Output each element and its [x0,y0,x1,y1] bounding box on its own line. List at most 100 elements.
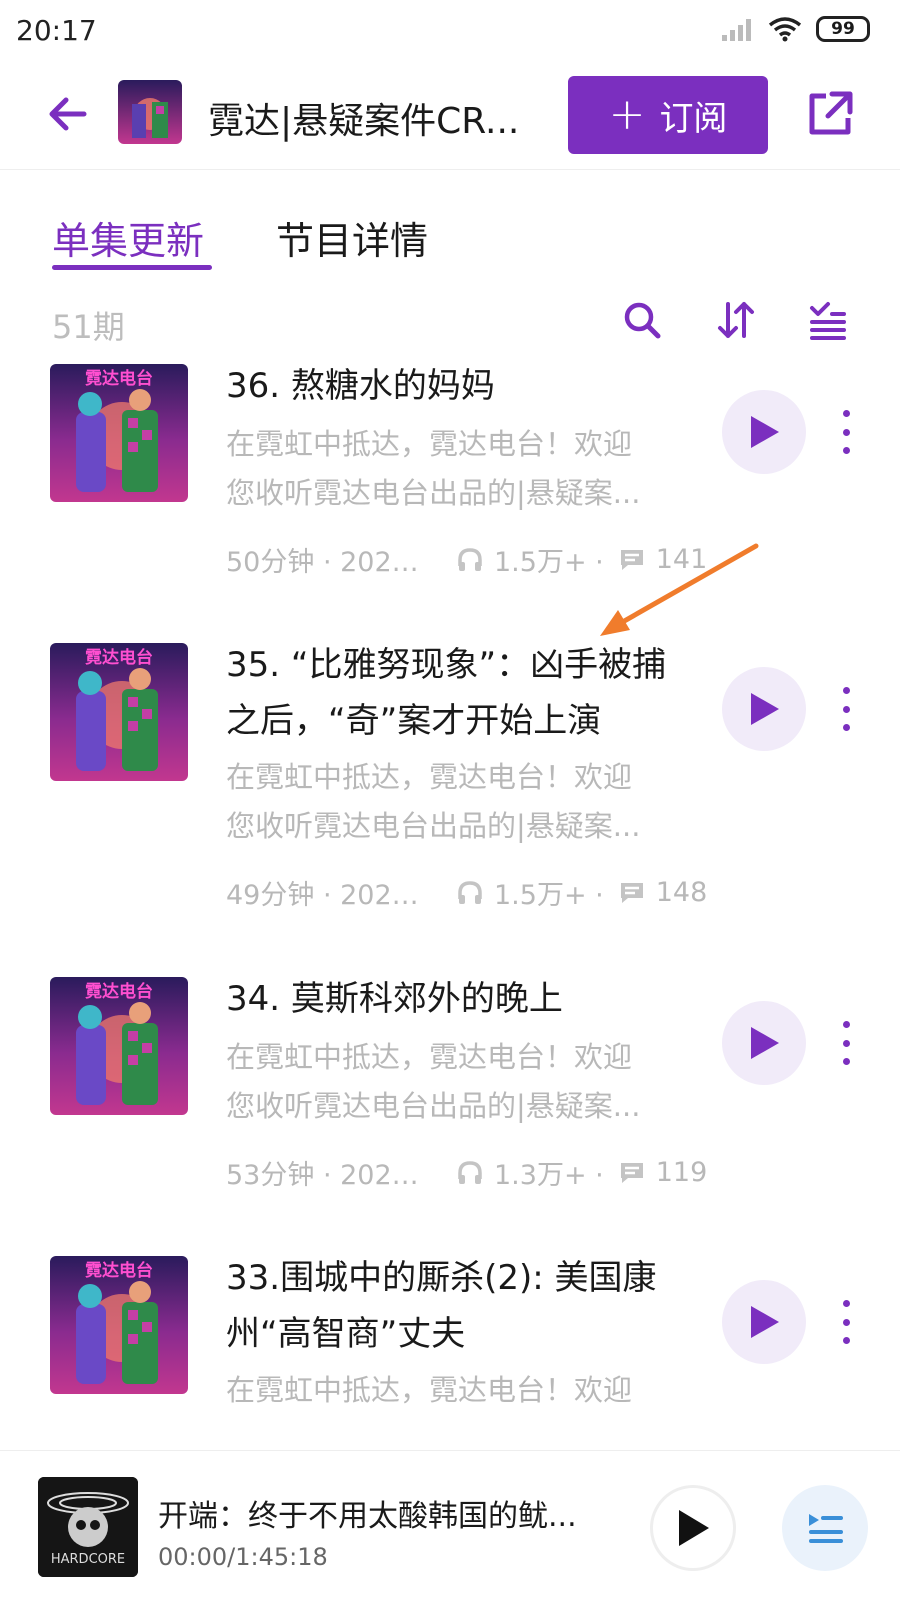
play-icon [679,1510,709,1546]
headphones-icon [458,547,482,571]
plus-icon: + [608,89,646,140]
top-header: 霓达|悬疑案件CR... + 订阅 [0,62,900,170]
more-options-button[interactable] [836,410,856,454]
episode-description-line: 您收听霓达电台出品的|悬疑案... [226,809,641,843]
player-cover-art: HARDCORE [38,1477,138,1577]
playlist-icon [809,1514,843,1543]
episode-title-line: 34. 莫斯科郊外的晚上 [226,979,563,1019]
episode-description-line: 您收听霓达电台出品的|悬疑案... [226,476,641,510]
episode-title-line: 36. 熬糖水的妈妈 [226,366,495,406]
now-playing-time: 00:00/1:45:18 [158,1543,328,1571]
episode-title: 34. 莫斯科郊外的晚上 [226,971,696,1027]
search-button[interactable] [620,298,664,342]
play-episode-button[interactable] [722,1001,806,1085]
episode-plays: 1.5万+ · [494,547,604,578]
subscribe-label: 订阅 [659,98,728,139]
cover-logo-text: 霓达电台 [85,647,153,668]
play-episode-button[interactable] [722,390,806,474]
cover-logo-text: 霓达电台 [85,368,153,389]
podcast-title: 霓达|悬疑案件CR... [208,101,520,142]
episode-comments: 141 [655,544,708,575]
more-vertical-icon [842,1300,850,1307]
back-button[interactable] [44,90,92,138]
episode-description-line: 在霓虹中抵达，霓达电台！欢迎 [226,1040,633,1074]
subscribe-button[interactable]: + 订阅 [568,76,768,154]
mini-player[interactable]: HARDCORE 开端：终于不用太酸韩国的鱿... 00:00/1:45:18 [0,1450,900,1600]
comment-icon [620,549,643,570]
episode-meta: 50分钟 · 2022... 1.5万+ · 141 [226,540,707,579]
episode-description: 在霓虹中抵达，霓达电台！欢迎 [226,1366,686,1415]
more-options-button[interactable] [836,1021,856,1065]
cover-logo-text: 霓达电台 [85,981,153,1002]
episode-title-line: 之后，“奇”案才开始上演 [226,701,602,741]
battery-indicator: 99 [816,16,870,42]
now-playing-title: 开端：终于不用太酸韩国的鱿... [158,1499,577,1534]
arrow-left-icon [49,97,87,131]
comment-icon [620,882,643,903]
more-options-button[interactable] [836,687,856,731]
episode-duration-date: 50分钟 · 2022... [226,547,426,578]
episode-description-line: 在霓虹中抵达，霓达电台！欢迎 [226,427,633,461]
play-icon [751,1027,779,1059]
active-tab-indicator [52,265,212,270]
episode-description: 在霓虹中抵达，霓达电台！欢迎 您收听霓达电台出品的|悬疑案... [226,420,686,518]
cover-logo-text: 霓达电台 [85,1260,153,1281]
player-cover-logo-text: HARDCORE [51,1552,125,1567]
episode-meta: 53分钟 · 2022... 1.3万+ · 119 [226,1153,707,1192]
filter-button[interactable] [806,298,850,342]
more-vertical-icon [842,1021,850,1028]
episode-description-line: 在霓虹中抵达，霓达电台！欢迎 [226,1373,633,1407]
episode-title-line: 州“高智商”丈夫 [226,1314,466,1354]
episode-title: 33.围城中的厮杀(2): 美国康 州“高智商”丈夫 [226,1250,696,1362]
play-episode-button[interactable] [722,667,806,751]
episode-plays: 1.5万+ · [494,880,604,911]
episode-cover-art: 霓达电台 [50,643,188,781]
episode-description: 在霓虹中抵达，霓达电台！欢迎 您收听霓达电台出品的|悬疑案... [226,753,686,851]
episode-comments: 148 [655,877,708,908]
episode-comments: 119 [655,1157,708,1188]
sort-button[interactable] [714,298,758,342]
episode-cover-art: 霓达电台 [50,977,188,1115]
episode-count: 51期 [52,308,125,346]
episode-description-line: 在霓虹中抵达，霓达电台！欢迎 [226,760,633,794]
player-play-button[interactable] [650,1485,736,1571]
playlist-button[interactable] [782,1485,868,1571]
headphones-icon [458,1160,482,1184]
episode-title: 35. “比雅努现象”：凶手被捕 之后，“奇”案才开始上演 [226,637,696,749]
tab-episodes[interactable]: 单集更新 [52,210,204,265]
more-options-button[interactable] [836,1300,856,1344]
status-bar: 20:17 99 [0,0,900,62]
play-icon [751,416,779,448]
episode-cover: 霓达电台 [50,364,188,502]
headphones-icon [458,880,482,904]
episode-duration-date: 53分钟 · 2022... [226,1160,426,1191]
share-button[interactable] [804,88,856,140]
podcast-cover [118,80,182,144]
filter-list-icon [810,302,846,340]
episode-cover: 霓达电台 [50,643,188,781]
episode-cover: 霓达电台 [50,977,188,1115]
episode-cover-art: 霓达电台 [50,364,188,502]
status-time: 20:17 [16,14,97,47]
tab-program-details[interactable]: 节目详情 [276,210,428,265]
play-icon [751,1306,779,1338]
share-external-icon [809,91,853,135]
episode-duration-date: 49分钟 · 2022... [226,880,426,911]
episode-plays: 1.3万+ · [494,1160,604,1191]
episode-title-line: 33.围城中的厮杀(2): 美国康 [226,1258,657,1298]
comment-icon [620,1162,643,1183]
episode-title-line: 35. “比雅努现象”：凶手被捕 [226,645,667,685]
episode-cover: 霓达电台 [50,1256,188,1394]
podcast-cover-art [118,80,182,144]
player-cover: HARDCORE [38,1477,138,1577]
play-icon [751,693,779,725]
signal-icon [722,19,751,41]
episode-description-line: 您收听霓达电台出品的|悬疑案... [226,1089,641,1123]
play-episode-button[interactable] [722,1280,806,1364]
search-icon [624,302,661,339]
more-vertical-icon [842,410,850,417]
status-icons: 99 [720,16,870,42]
episode-description: 在霓虹中抵达，霓达电台！欢迎 您收听霓达电台出品的|悬疑案... [226,1033,686,1131]
more-vertical-icon [842,687,850,694]
episode-title: 36. 熬糖水的妈妈 [226,358,696,414]
